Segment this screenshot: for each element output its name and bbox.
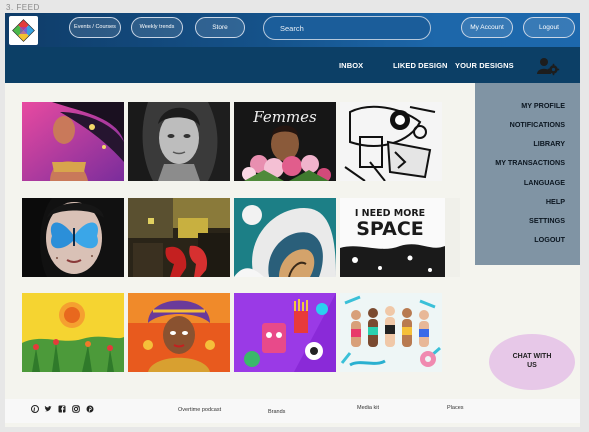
design-tile-wave-dolphin[interactable] xyxy=(234,198,336,277)
pinterest-icon[interactable] xyxy=(31,405,39,413)
profile-dropdown-menu: MY PROFILE NOTIFICATIONS LIBRARY MY TRAN… xyxy=(475,83,580,265)
secondary-nav: INBOX LIKED DESIGN YOUR DESIGNS xyxy=(5,47,580,83)
chat-label: CHAT WITH US xyxy=(512,353,552,369)
logo-icon xyxy=(12,19,35,42)
footer-link-overtime-podcast[interactable]: Overtime podcast xyxy=(178,407,221,413)
top-bar: Events / Courses Weekly trends Store Sea… xyxy=(5,13,580,47)
logout-button[interactable]: Logout xyxy=(523,17,575,38)
store-button[interactable]: Store xyxy=(195,17,245,38)
frame-label: 3. FEED xyxy=(6,3,40,12)
menu-item-library[interactable]: LIBRARY xyxy=(475,139,580,148)
design-tile-butterfly-face[interactable] xyxy=(22,198,124,277)
footer-link-brands[interactable]: Brands xyxy=(268,409,285,415)
footer-link-places[interactable]: Places xyxy=(447,405,464,411)
design-tile-sunflower-field[interactable] xyxy=(22,293,124,372)
menu-item-notifications[interactable]: NOTIFICATIONS xyxy=(475,120,580,129)
twitter-icon[interactable] xyxy=(44,405,52,413)
app-window: Events / Courses Weekly trends Store Sea… xyxy=(5,13,580,427)
footer-link-media-kit[interactable]: Media kit xyxy=(357,405,379,411)
design-tile-red-heels-collage[interactable] xyxy=(128,198,230,277)
menu-item-language[interactable]: LANGUAGE xyxy=(475,178,580,187)
events-courses-button[interactable]: Events / Courses xyxy=(69,17,121,38)
user-settings-icon[interactable] xyxy=(536,56,560,76)
search-input[interactable]: Search xyxy=(263,16,431,40)
nav-liked-design[interactable]: LIKED DESIGN xyxy=(393,61,448,70)
design-tile-bw-comic-collage[interactable] xyxy=(340,102,442,181)
design-tile-bw-portrait[interactable] xyxy=(128,102,230,181)
menu-item-logout[interactable]: LOGOUT xyxy=(475,235,580,244)
svg-text:SPACE: SPACE xyxy=(356,218,424,240)
menu-item-help[interactable]: HELP xyxy=(475,197,580,206)
nav-inbox[interactable]: INBOX xyxy=(339,61,363,70)
menu-item-my-profile[interactable]: MY PROFILE xyxy=(475,101,580,110)
instagram-icon[interactable] xyxy=(72,405,80,413)
design-tile-femmes-tulips[interactable]: Femmes xyxy=(234,102,336,181)
menu-item-settings[interactable]: SETTINGS xyxy=(475,216,580,225)
menu-item-my-transactions[interactable]: MY TRANSACTIONS xyxy=(475,158,580,167)
design-tile-need-more-space[interactable]: I NEED MORE SPACE xyxy=(340,198,460,277)
tile-caption-femmes: Femmes xyxy=(252,108,317,126)
chat-with-us-button[interactable]: CHAT WITH US xyxy=(489,334,575,390)
design-tile-swimsuit-women[interactable] xyxy=(340,293,442,372)
app-logo[interactable] xyxy=(9,16,38,45)
design-tile-goddess-headdress[interactable] xyxy=(128,293,230,372)
design-tile-purple-cartoon-snacks[interactable] xyxy=(234,293,336,372)
design-tile-pocahontas-portrait[interactable] xyxy=(22,102,124,181)
footer: Overtime podcast Brands Media kit Places xyxy=(5,399,580,423)
nav-your-designs[interactable]: YOUR DESIGNS xyxy=(455,61,514,70)
my-account-button[interactable]: My Account xyxy=(461,17,513,38)
weekly-trends-button[interactable]: Weekly trends xyxy=(131,17,183,38)
pinterest-icon[interactable] xyxy=(86,405,94,413)
facebook-icon[interactable] xyxy=(58,405,66,413)
